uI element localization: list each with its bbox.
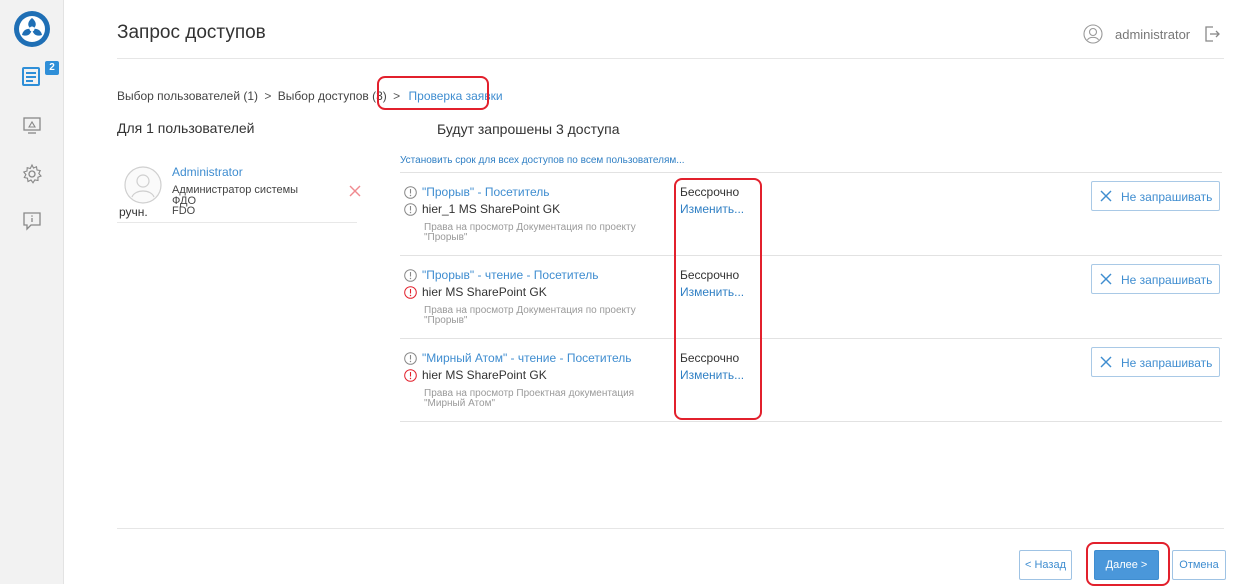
- access-row: "Мирный Атом" - чтение - Посетитель hier…: [400, 339, 1222, 422]
- access-name-link[interactable]: "Мирный Атом" - чтение - Посетитель: [422, 351, 632, 365]
- breadcrumb-separator: >: [393, 89, 401, 103]
- access-description-line: "Мирный Атом": [424, 398, 496, 409]
- requests-icon[interactable]: [21, 65, 43, 87]
- access-row: "Прорыв" - чтение - Посетитель hier MS S…: [400, 256, 1222, 339]
- accesses-section-title: Будут запрошены 3 доступа: [437, 121, 620, 137]
- breadcrumb: Выбор пользователей (1) > Выбор доступов…: [117, 89, 505, 103]
- change-term-link[interactable]: Изменить...: [680, 368, 744, 382]
- main-area: Запрос доступов administrator Выбор поль…: [63, 0, 1246, 586]
- logout-icon[interactable]: [1203, 25, 1221, 43]
- change-term-link[interactable]: Изменить...: [680, 285, 744, 299]
- breadcrumb-step-accesses[interactable]: Выбор доступов (3): [278, 89, 387, 103]
- rosatom-logo[interactable]: [13, 10, 51, 48]
- close-icon: [1100, 190, 1112, 202]
- users-section-title: Для 1 пользователей: [117, 120, 255, 136]
- footer-divider: [117, 528, 1224, 529]
- change-term-link[interactable]: Изменить...: [680, 202, 744, 216]
- cancel-button[interactable]: Отмена: [1172, 550, 1226, 580]
- warning-icon: [404, 286, 417, 299]
- settings-gear-icon[interactable]: [21, 163, 43, 185]
- breadcrumb-step-users[interactable]: Выбор пользователей (1): [117, 89, 258, 103]
- access-row: "Прорыв" - Посетитель hier_1 MS SharePoi…: [400, 173, 1222, 256]
- access-name-link[interactable]: "Прорыв" - чтение - Посетитель: [422, 268, 598, 282]
- set-term-all-link[interactable]: Установить срок для всех доступов по все…: [400, 155, 685, 166]
- monitor-icon[interactable]: [21, 114, 43, 136]
- requests-badge: 2: [45, 61, 59, 75]
- remove-user-icon[interactable]: [348, 184, 362, 198]
- access-system: hier_1 MS SharePoint GK: [422, 202, 561, 216]
- access-term: Бессрочно: [680, 268, 740, 282]
- breadcrumb-separator: >: [264, 89, 272, 103]
- warning-icon: [404, 369, 417, 382]
- next-button[interactable]: Далее >: [1094, 550, 1159, 580]
- breadcrumb-step-review: Проверка заявки: [408, 89, 503, 103]
- access-description-line: "Прорыв": [424, 232, 468, 243]
- access-description: Права на просмотр Проектная документация…: [424, 389, 684, 409]
- user-card: ручн. Administrator Администратор систем…: [117, 158, 361, 223]
- info-icon: [404, 352, 417, 365]
- access-system: hier MS SharePoint GK: [422, 285, 547, 299]
- user-mode: ручн.: [119, 205, 148, 219]
- do-not-request-label: Не запрашивать: [1121, 356, 1213, 370]
- do-not-request-label: Не запрашивать: [1121, 273, 1213, 287]
- do-not-request-button[interactable]: Не запрашивать: [1091, 264, 1220, 294]
- feedback-info-icon[interactable]: [21, 210, 43, 232]
- info-icon: [404, 269, 417, 282]
- access-description-line: "Прорыв": [424, 315, 468, 326]
- access-system: hier MS SharePoint GK: [422, 368, 547, 382]
- do-not-request-button[interactable]: Не запрашивать: [1091, 347, 1220, 377]
- access-description: Права на просмотр Документация по проект…: [424, 223, 684, 243]
- page-title: Запрос доступов: [117, 22, 266, 43]
- access-term: Бессрочно: [680, 185, 740, 199]
- sidebar: 2: [0, 0, 64, 584]
- user-avatar-icon: [124, 166, 162, 204]
- do-not-request-button[interactable]: Не запрашивать: [1091, 181, 1220, 211]
- info-icon: [404, 203, 417, 216]
- user-org-code: FDO: [172, 205, 196, 217]
- user-avatar-icon[interactable]: [1083, 24, 1103, 44]
- current-username[interactable]: administrator: [1115, 27, 1190, 42]
- info-icon: [404, 186, 417, 199]
- do-not-request-label: Не запрашивать: [1121, 190, 1213, 204]
- close-icon: [1100, 273, 1112, 285]
- close-icon: [1100, 356, 1112, 368]
- back-button[interactable]: < Назад: [1019, 550, 1072, 580]
- access-term: Бессрочно: [680, 351, 740, 365]
- access-description: Права на просмотр Документация по проект…: [424, 306, 684, 326]
- access-name-link[interactable]: "Прорыв" - Посетитель: [422, 185, 550, 199]
- header-divider: [117, 58, 1224, 59]
- user-name-link[interactable]: Administrator: [172, 165, 243, 179]
